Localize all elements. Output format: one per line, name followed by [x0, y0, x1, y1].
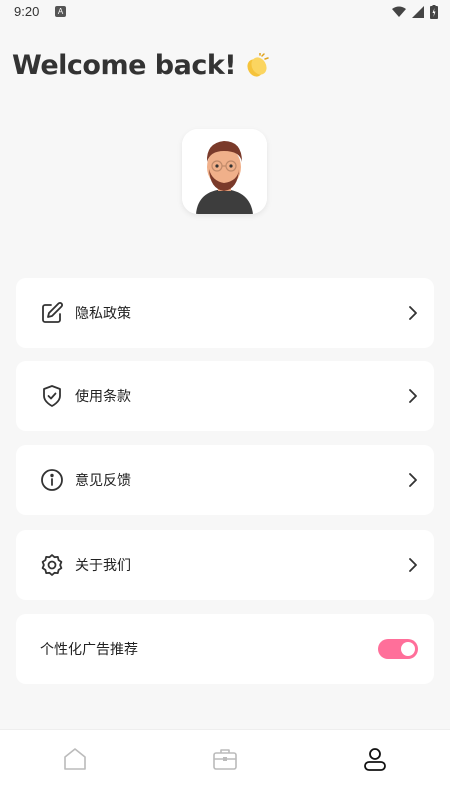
info-icon [41, 469, 63, 491]
personalized-ads-toggle[interactable] [378, 639, 418, 659]
signal-icon [412, 6, 424, 18]
notification-icon: A [55, 6, 66, 17]
page-title: Welcome back! [12, 50, 237, 81]
bottom-nav [0, 729, 450, 800]
avatar[interactable] [182, 129, 267, 214]
chevron-right-icon [409, 389, 417, 403]
edit-icon [42, 302, 63, 323]
status-icons [392, 5, 438, 19]
home-icon[interactable] [62, 746, 88, 772]
welcome-header: Welcome back! [12, 50, 270, 81]
briefcase-icon[interactable] [212, 746, 238, 772]
status-bar: 9:20 A [0, 0, 450, 26]
clapping-hands-icon [247, 52, 269, 77]
chevron-right-icon [409, 473, 417, 487]
wifi-icon [392, 6, 406, 17]
menu-item-privacy-policy[interactable]: 隐私政策 [16, 278, 434, 348]
chevron-right-icon [409, 306, 417, 320]
personalized-ads-label: 个性化广告推荐 [40, 642, 138, 658]
menu-item-label: 使用条款 [75, 389, 131, 405]
avatar-image [182, 129, 267, 214]
menu-item-label: 意见反馈 [75, 473, 131, 489]
menu-item-about-us[interactable]: 关于我们 [16, 530, 434, 600]
shield-check-icon [43, 385, 61, 407]
menu-item-label: 关于我们 [75, 558, 131, 574]
menu-item-label: 隐私政策 [75, 306, 131, 322]
menu-item-terms-of-use[interactable]: 使用条款 [16, 361, 434, 431]
profile-icon[interactable] [362, 746, 388, 772]
battery-icon [430, 5, 438, 19]
status-time: 9:20 [14, 4, 40, 19]
personalized-ads-row: 个性化广告推荐 [16, 614, 434, 684]
toggle-knob [401, 642, 415, 656]
gear-icon [41, 554, 63, 576]
chevron-right-icon [409, 558, 417, 572]
menu-item-feedback[interactable]: 意见反馈 [16, 445, 434, 515]
